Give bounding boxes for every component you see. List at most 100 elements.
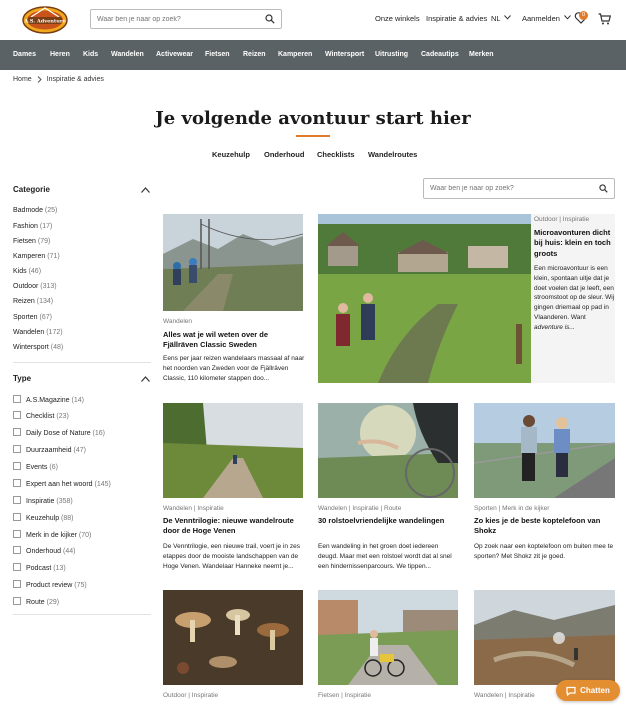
article-search[interactable] <box>423 178 615 199</box>
category-wintersport[interactable]: Wintersport <box>325 51 364 58</box>
category-merken[interactable]: Merken <box>469 51 494 58</box>
filter-type-asmagazine[interactable]: A.S.Magazine (14) <box>13 395 84 404</box>
filter-type-keuzehulp[interactable]: Keuzehulp (88) <box>13 513 74 522</box>
article-image-venntrilogie[interactable] <box>163 403 303 498</box>
filter-type-product-review[interactable]: Product review (75) <box>13 580 87 589</box>
chevron-right-icon <box>37 76 42 83</box>
category-reizen[interactable]: Reizen <box>243 51 266 58</box>
filter-categorie-fietsen[interactable]: Fietsen (79) <box>13 238 50 245</box>
article-image-microavonturen[interactable] <box>318 214 531 383</box>
checkbox[interactable] <box>13 513 21 521</box>
page-title: Je volgende avontuur start hier <box>155 108 471 129</box>
category-activewear[interactable]: Activewear <box>156 51 193 58</box>
article-meta: Fietsen | Inspiratie <box>318 692 371 699</box>
article-excerpt: Een microavontuur is een klein, spontaan… <box>534 265 615 331</box>
article-search-input[interactable] <box>424 185 599 192</box>
filter-categorie-kamperen[interactable]: Kamperen (71) <box>13 253 60 260</box>
filter-type-podcast[interactable]: Podcast (13) <box>13 563 66 572</box>
filter-categorie-heading[interactable]: Categorie <box>13 185 50 194</box>
category-kids[interactable]: Kids <box>83 51 98 58</box>
category-uitrusting[interactable]: Uitrusting <box>375 51 408 58</box>
filter-categorie-fashion[interactable]: Fashion (17) <box>13 223 52 230</box>
filter-type-heading[interactable]: Type <box>13 374 31 383</box>
article-meta: Wandelen | Inspiratie <box>163 505 224 512</box>
tab-keuzehulp[interactable]: Keuzehulp <box>212 150 250 159</box>
wishlist-badge: 0 <box>579 11 588 20</box>
cart-icon[interactable] <box>598 13 611 25</box>
logo-text: A.S. Adventure <box>23 19 65 25</box>
filter-type-merk[interactable]: Merk in de kijker (70) <box>13 530 91 539</box>
checkbox[interactable] <box>13 428 21 436</box>
filter-categorie-wandelen[interactable]: Wandelen (172) <box>13 329 63 336</box>
filter-type-route[interactable]: Route (29) <box>13 597 59 606</box>
article-title[interactable]: Zo kies je de beste koptelefoon van Shok… <box>474 516 614 537</box>
language-selector[interactable]: NL <box>491 14 512 23</box>
article-meta: Wandelen | Inspiratie <box>474 692 535 699</box>
article-image-fjallraven[interactable] <box>163 214 303 311</box>
article-image-fietsen[interactable] <box>318 590 458 685</box>
article-meta: Outdoor | Inspiratie <box>163 692 219 699</box>
login-label: Aanmelden <box>522 14 560 23</box>
checkbox[interactable] <box>13 563 21 571</box>
checkbox[interactable] <box>13 530 21 538</box>
article-image-rolstoel[interactable] <box>318 403 458 498</box>
checkbox[interactable] <box>13 395 21 403</box>
article-image-mushrooms[interactable] <box>163 590 303 685</box>
login-menu[interactable]: Aanmelden <box>522 14 571 23</box>
checkbox[interactable] <box>13 445 21 453</box>
chevron-up-icon[interactable] <box>141 187 150 193</box>
article-title[interactable]: De Venntrilogie: nieuwe wandelroute door… <box>163 516 303 537</box>
article-title[interactable]: Microavonturen dicht bij huis: klein en … <box>534 228 614 259</box>
article-title[interactable]: Alles wat je wil weten over de Fjällräve… <box>163 330 303 351</box>
chevron-down-icon <box>504 15 512 20</box>
filter-categorie-sporten[interactable]: Sporten (67) <box>13 314 52 321</box>
category-dames[interactable]: Dames <box>13 51 36 58</box>
checkbox[interactable] <box>13 580 21 588</box>
sidebar-divider <box>13 362 151 363</box>
checkbox[interactable] <box>13 462 21 470</box>
header-search-input[interactable] <box>91 15 265 23</box>
article-image-landscape[interactable] <box>474 590 615 685</box>
article-excerpt: Op zoek naar een koptelefoon om buiten m… <box>474 543 614 560</box>
category-cadeautips[interactable]: Cadeautips <box>421 51 459 58</box>
filter-categorie-outdoor[interactable]: Outdoor (313) <box>13 283 57 290</box>
filter-type-expert[interactable]: Expert aan het woord (145) <box>13 479 111 488</box>
tab-wandelroutes[interactable]: Wandelroutes <box>368 150 417 159</box>
nav-inspiration-link[interactable]: Inspiratie & advies <box>426 14 487 23</box>
category-fietsen[interactable]: Fietsen <box>205 51 230 58</box>
article-image-shokz[interactable] <box>474 403 615 498</box>
tab-onderhoud[interactable]: Onderhoud <box>264 150 304 159</box>
filter-type-duurzaamheid[interactable]: Duurzaamheid (47) <box>13 445 86 454</box>
filter-categorie-reizen[interactable]: Reizen (134) <box>13 298 53 305</box>
filter-type-checklist[interactable]: Checklist (23) <box>13 411 69 420</box>
nav-stores-link[interactable]: Onze winkels <box>375 14 420 23</box>
checkbox[interactable] <box>13 411 21 419</box>
category-kamperen[interactable]: Kamperen <box>278 51 312 58</box>
search-icon[interactable] <box>265 14 275 24</box>
filter-categorie-kids[interactable]: Kids (46) <box>13 268 41 275</box>
checkbox[interactable] <box>13 597 21 605</box>
checkbox[interactable] <box>13 479 21 487</box>
tab-checklists[interactable]: Checklists <box>317 150 355 159</box>
category-heren[interactable]: Heren <box>50 51 70 58</box>
breadcrumb-home[interactable]: Home <box>13 76 32 83</box>
filter-categorie-wintersport[interactable]: Wintersport (48) <box>13 344 63 351</box>
site-header: A.S. Adventure Onze winkels Inspiratie &… <box>0 0 626 40</box>
article-title[interactable]: 30 rolstoelvriendelijke wandelingen <box>318 516 458 526</box>
breadcrumb-current: Inspiratie & advies <box>46 76 104 83</box>
checkbox[interactable] <box>13 546 21 554</box>
category-wandelen[interactable]: Wandelen <box>111 51 144 58</box>
header-search[interactable] <box>90 9 282 29</box>
filter-categorie-badmode[interactable]: Badmode (25) <box>13 207 57 214</box>
filter-type-onderhoud[interactable]: Onderhoud (44) <box>13 546 75 555</box>
filter-type-daily-dose[interactable]: Daily Dose of Nature (16) <box>13 428 105 437</box>
filter-type-inspiratie[interactable]: Inspiratie (358) <box>13 496 73 505</box>
chevron-up-icon[interactable] <box>141 376 150 382</box>
checkbox[interactable] <box>13 496 21 504</box>
logo[interactable]: A.S. Adventure <box>22 3 68 37</box>
chevron-down-icon <box>564 15 571 20</box>
filter-type-events[interactable]: Events (6) <box>13 462 58 471</box>
search-icon[interactable] <box>599 184 608 193</box>
chat-button[interactable]: Chatten <box>556 680 620 701</box>
chat-label: Chatten <box>580 686 610 695</box>
